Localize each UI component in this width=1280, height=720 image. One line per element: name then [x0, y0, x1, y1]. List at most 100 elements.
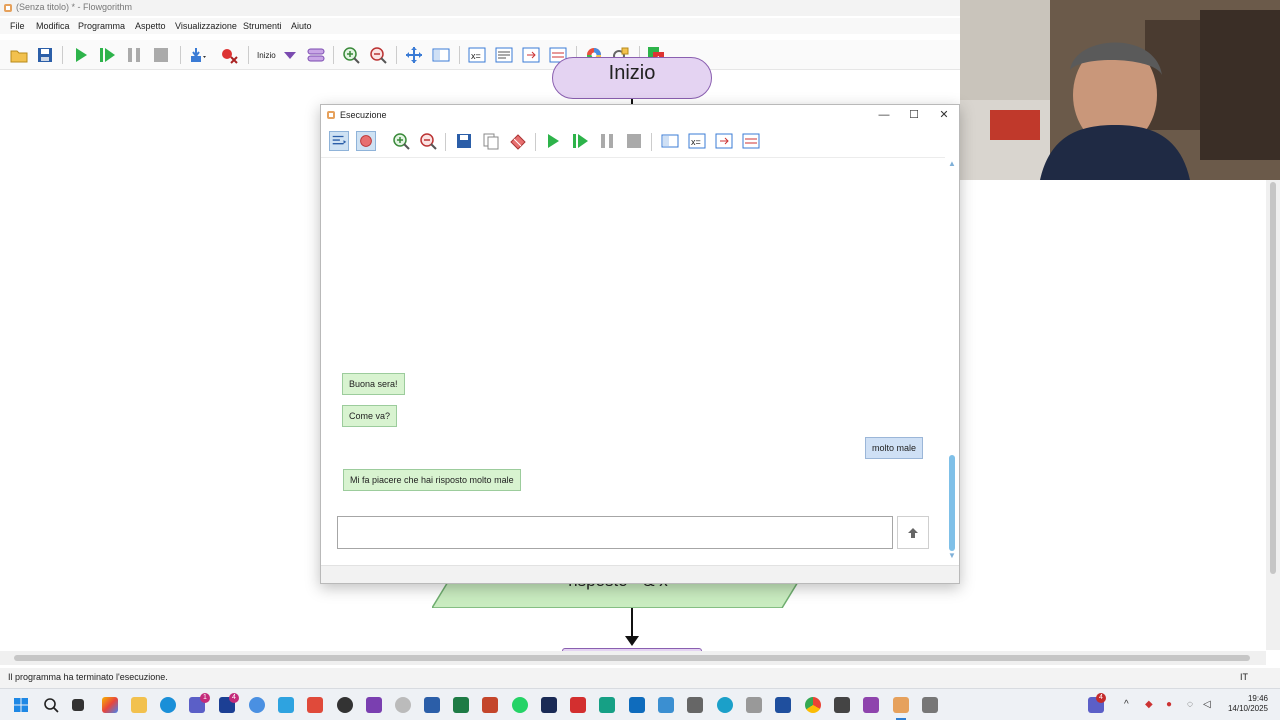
- windows-start-icon[interactable]: [13, 697, 29, 713]
- layout-icon[interactable]: [660, 131, 680, 151]
- scroll-up-icon[interactable]: ▲: [948, 159, 956, 168]
- open-folder-icon[interactable]: [10, 46, 28, 64]
- whatsapp-icon[interactable]: [512, 697, 528, 713]
- app-icon[interactable]: [775, 697, 791, 713]
- run-icon[interactable]: [72, 46, 90, 64]
- app-icon[interactable]: [249, 697, 265, 713]
- microphone-icon[interactable]: ●: [1166, 699, 1172, 710]
- app-icon[interactable]: [307, 697, 323, 713]
- svg-text:x=: x=: [471, 51, 481, 61]
- window-title: (Senza titolo) * - Flowgorithm: [16, 2, 133, 12]
- toolbar-separator: [535, 133, 536, 151]
- copilot-icon[interactable]: [102, 697, 118, 713]
- zoom-in-icon[interactable]: [342, 46, 360, 64]
- chat-area[interactable]: Buona sera! Come va? molto male Mi fa pi…: [321, 157, 945, 565]
- clock-date: 14/10/2025: [1227, 704, 1268, 713]
- menu-programma[interactable]: Programma: [78, 21, 125, 31]
- outlook-icon[interactable]: [629, 697, 645, 713]
- layout-icon[interactable]: [432, 46, 450, 64]
- dialog-title-bar[interactable]: Esecuzione — ☐ ✕: [321, 105, 959, 125]
- app-icon[interactable]: [658, 697, 674, 713]
- pause-icon[interactable]: [597, 131, 617, 151]
- save-icon[interactable]: [36, 46, 54, 64]
- scroll-thumb[interactable]: [949, 455, 955, 551]
- app-icon[interactable]: [717, 697, 733, 713]
- menu-aspetto[interactable]: Aspetto: [135, 21, 166, 31]
- send-button[interactable]: [897, 516, 929, 549]
- variables-icon[interactable]: x=: [468, 46, 486, 64]
- chat-mode-icon[interactable]: [329, 131, 349, 151]
- run-icon[interactable]: [543, 131, 563, 151]
- canvas-vertical-scrollbar[interactable]: [1266, 180, 1280, 650]
- chevron-down-icon[interactable]: [281, 46, 299, 64]
- word-icon[interactable]: [424, 697, 440, 713]
- copy-icon[interactable]: [481, 131, 501, 151]
- function-select[interactable]: Inizio: [257, 51, 276, 60]
- variables-icon[interactable]: x=: [687, 131, 707, 151]
- chat-scrollbar[interactable]: ▲ ▼: [945, 157, 959, 563]
- edge-icon[interactable]: [160, 697, 176, 713]
- camera-icon[interactable]: [687, 697, 703, 713]
- network-icon[interactable]: ◆: [1145, 699, 1153, 710]
- console-icon[interactable]: [522, 46, 540, 64]
- excel-icon[interactable]: [453, 697, 469, 713]
- save-icon[interactable]: [454, 131, 474, 151]
- menu-file[interactable]: File: [10, 21, 25, 31]
- eraser-icon[interactable]: [508, 131, 528, 151]
- chevron-up-icon[interactable]: ^: [1124, 699, 1129, 710]
- minimize-button[interactable]: —: [877, 108, 891, 122]
- notepad-icon[interactable]: [278, 697, 294, 713]
- app-icon[interactable]: [337, 697, 353, 713]
- source-code-icon[interactable]: [495, 46, 513, 64]
- step-icon[interactable]: [98, 46, 116, 64]
- app-icon[interactable]: [599, 697, 615, 713]
- chat-input[interactable]: [337, 516, 893, 549]
- speed-icon[interactable]: [189, 46, 207, 64]
- zoom-out-icon[interactable]: [369, 46, 387, 64]
- app-icon[interactable]: [863, 697, 879, 713]
- canvas-horizontal-scrollbar[interactable]: [0, 651, 1266, 665]
- maximize-button[interactable]: ☐: [907, 108, 921, 122]
- pan-icon[interactable]: [405, 46, 423, 64]
- functions-icon[interactable]: [307, 46, 325, 64]
- acrobat-icon[interactable]: [570, 697, 586, 713]
- stop-icon[interactable]: [152, 46, 170, 64]
- chart-icon[interactable]: [741, 131, 761, 151]
- status-bar: Il programma ha terminato l'esecuzione. …: [0, 668, 1280, 688]
- app-icon[interactable]: [746, 697, 762, 713]
- breakpoint-icon[interactable]: [356, 131, 376, 151]
- pause-icon[interactable]: [125, 46, 143, 64]
- menu-strumenti[interactable]: Strumenti: [243, 21, 282, 31]
- powerpoint-icon[interactable]: [482, 697, 498, 713]
- console-icon[interactable]: [714, 131, 734, 151]
- close-button[interactable]: ✕: [937, 108, 951, 122]
- task-view-icon[interactable]: [72, 699, 84, 711]
- scroll-down-icon[interactable]: ▼: [948, 551, 956, 560]
- flowgorithm-taskbar-icon[interactable]: [893, 697, 909, 713]
- menu-aiuto[interactable]: Aiuto: [291, 21, 312, 31]
- notification-badge: 1: [200, 693, 210, 703]
- up-arrow-icon: [908, 528, 918, 538]
- app-icon[interactable]: [541, 697, 557, 713]
- execution-dialog: Esecuzione — ☐ ✕ x= Buona sera! Come va?…: [320, 104, 960, 584]
- chrome-icon[interactable]: [805, 697, 821, 713]
- app-icon[interactable]: [834, 697, 850, 713]
- start-node[interactable]: Inizio: [552, 57, 712, 99]
- wifi-icon[interactable]: ◌: [1187, 699, 1193, 710]
- menu-modifica[interactable]: Modifica: [36, 21, 70, 31]
- file-explorer-icon[interactable]: [131, 697, 147, 713]
- zoom-in-icon[interactable]: [391, 131, 411, 151]
- toolbar-separator: [180, 46, 181, 64]
- clear-breakpoints-icon[interactable]: [220, 46, 238, 64]
- system-clock[interactable]: 19:46 14/10/2025: [1226, 694, 1268, 714]
- zoom-out-icon[interactable]: [418, 131, 438, 151]
- calculator-icon[interactable]: [922, 697, 938, 713]
- app-icon[interactable]: [395, 697, 411, 713]
- search-icon[interactable]: [43, 697, 59, 713]
- menu-visualizzazione[interactable]: Visualizzazione: [175, 21, 237, 31]
- headset-icon[interactable]: [366, 697, 382, 713]
- speaker-icon[interactable]: ◁: [1203, 699, 1211, 710]
- step-icon[interactable]: [570, 131, 590, 151]
- flowgorithm-app-icon: [327, 111, 335, 119]
- stop-icon[interactable]: [624, 131, 644, 151]
